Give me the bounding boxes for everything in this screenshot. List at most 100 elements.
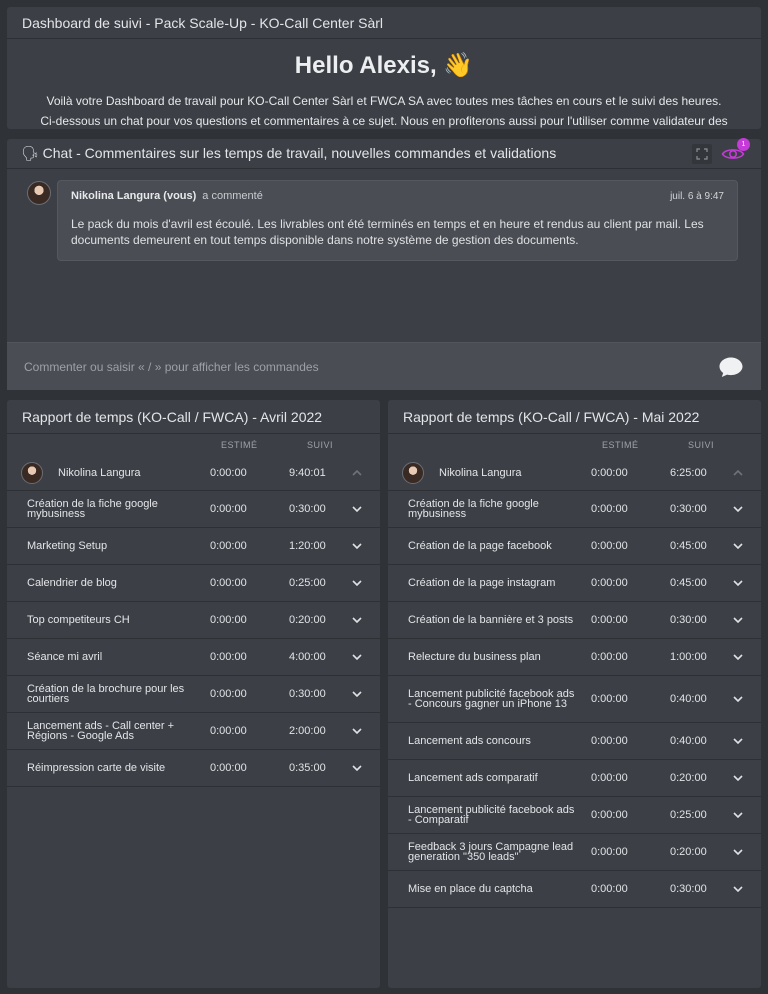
task-name: Création de la fiche google mybusiness (408, 498, 539, 520)
task-row[interactable]: Réimpression carte de visite 0:00:00 0:35:… (7, 750, 380, 787)
tracked-time: 1:00:00 (670, 651, 707, 663)
task-row[interactable]: Création de la fiche google mybusiness 0:… (7, 491, 380, 528)
comment-text: Le pack du mois d'avril est écoulé. Les … (71, 217, 704, 247)
avatar (27, 181, 51, 205)
comment-card: Nikolina Langura (vous) a commenté juil.… (57, 180, 738, 261)
chevron-down-icon[interactable] (733, 871, 743, 907)
tracked-time: 0:35:00 (289, 762, 326, 774)
tracked-time: 0:40:00 (670, 735, 707, 747)
estimated-time: 0:00:00 (591, 883, 628, 895)
task-row[interactable]: Création de la page instagram 0:00:00 0:45… (388, 565, 761, 602)
expand-icon[interactable] (692, 143, 712, 164)
task-name: Calendrier de blog (27, 577, 117, 589)
task-row[interactable]: Relecture du business plan 0:00:00 1:00:00 (388, 639, 761, 676)
chevron-down-icon[interactable] (733, 834, 743, 870)
chevron-down-icon[interactable] (352, 750, 362, 786)
task-row[interactable]: Lancement publicité facebook ads - Conco… (388, 676, 761, 723)
chevron-up-icon[interactable] (733, 456, 743, 490)
tracked-time: 0:30:00 (670, 503, 707, 515)
task-name: Création de la page instagram (408, 577, 556, 589)
estimated-time: 0:00:00 (591, 846, 628, 858)
tracked-time: 0:45:00 (670, 540, 707, 552)
estimated-time: 0:00:00 (210, 467, 247, 479)
task-row[interactable]: Calendrier de blog 0:00:00 0:25:00 (7, 565, 380, 602)
task-name: Création de la fiche google mybusiness (27, 498, 158, 520)
task-name: Création de la bannière et 3 posts (408, 614, 574, 626)
tracked-time: 0:45:00 (670, 577, 707, 589)
chevron-down-icon[interactable] (733, 676, 743, 722)
chat-panel: 🗣 Chat - Commentaires sur les temps de t… (7, 137, 761, 390)
estimated-time: 0:00:00 (591, 503, 628, 515)
task-row[interactable]: Feedback 3 jours Campagne lead generatio… (388, 834, 761, 871)
task-row[interactable]: Marketing Setup 0:00:00 1:20:00 (7, 528, 380, 565)
comment-action: a commenté (202, 190, 263, 202)
comment-input[interactable]: Commenter ou saisir « / » pour afficher … (7, 342, 761, 390)
chevron-down-icon[interactable] (733, 760, 743, 796)
header-panel: Dashboard de suivi - Pack Scale-Up - KO-… (7, 7, 761, 129)
task-name: Marketing Setup (27, 540, 108, 552)
task-row[interactable]: Lancement ads comparatif 0:00:00 0:20:00 (388, 760, 761, 797)
chat-title: 🗣 Chat - Commentaires sur les temps de t… (21, 145, 557, 161)
tracked-time: 0:30:00 (670, 883, 707, 895)
estimated-time: 0:00:00 (591, 577, 628, 589)
task-name: Création de la page facebook (408, 540, 552, 552)
tracked-time: 0:20:00 (670, 846, 707, 858)
comment-input-placeholder: Commenter ou saisir « / » pour afficher … (24, 359, 319, 374)
task-name: Lancement publicité facebook ads - Compa… (408, 804, 575, 826)
user-row[interactable]: Nikolina Langura 0:00:00 9:40:01 (7, 456, 380, 491)
task-name: Réimpression carte de visite (27, 762, 166, 774)
tracked-time: 0:25:00 (289, 577, 326, 589)
chevron-down-icon[interactable] (352, 528, 362, 564)
chevron-down-icon[interactable] (733, 602, 743, 638)
task-row[interactable]: Mise en place du captcha 0:00:00 0:30:00 (388, 871, 761, 908)
chevron-down-icon[interactable] (352, 565, 362, 601)
task-row[interactable]: Création de la bannière et 3 posts 0:00:0… (388, 602, 761, 639)
chevron-down-icon[interactable] (352, 639, 362, 675)
task-row[interactable]: Lancement publicité facebook ads - Compa… (388, 797, 761, 834)
chevron-down-icon[interactable] (733, 491, 743, 527)
user-row[interactable]: Nikolina Langura 0:00:00 6:25:00 (388, 456, 761, 491)
chevron-down-icon[interactable] (733, 565, 743, 601)
intro-text: Voilà votre Dashboard de travail pour KO… (7, 91, 761, 131)
avatar (402, 462, 424, 484)
report-panel-avril: Rapport de temps (KO-Call / FWCA) - Avri… (7, 400, 380, 988)
chevron-down-icon[interactable] (352, 713, 362, 749)
task-row[interactable]: Création de la page facebook 0:00:00 0:45:… (388, 528, 761, 565)
tracked-time: 0:30:00 (289, 688, 326, 700)
chat-bubble-icon[interactable] (718, 356, 744, 378)
task-name: Séance mi avril (27, 651, 103, 663)
watchers-button[interactable]: 1 (720, 137, 750, 164)
task-name: Relecture du business plan (408, 651, 541, 663)
task-row[interactable]: Lancement ads concours 0:00:00 0:40:00 (388, 723, 761, 760)
chevron-down-icon[interactable] (352, 602, 362, 638)
chevron-down-icon[interactable] (733, 797, 743, 833)
tracked-time: 4:00:00 (289, 651, 326, 663)
estimated-time: 0:00:00 (210, 614, 247, 626)
task-name: Lancement ads - Call center + Régions - … (27, 720, 175, 742)
task-row[interactable]: Création de la brochure pour les courtie… (7, 676, 380, 713)
chevron-down-icon[interactable] (352, 676, 362, 712)
report-title: Rapport de temps (KO-Call / FWCA) - Mai … (388, 400, 761, 434)
estimated-time: 0:00:00 (210, 762, 247, 774)
estimated-time: 0:00:00 (591, 772, 628, 784)
chevron-down-icon[interactable] (733, 639, 743, 675)
report-panel-mai: Rapport de temps (KO-Call / FWCA) - Mai … (388, 400, 761, 988)
tracked-time: 2:00:00 (289, 725, 326, 737)
task-row[interactable]: Lancement ads - Call center + Régions - … (7, 713, 380, 750)
tracked-time: 0:30:00 (289, 503, 326, 515)
task-row[interactable]: Séance mi avril 0:00:00 4:00:00 (7, 639, 380, 676)
column-headers: ESTIMÉ SUIVI (388, 438, 761, 456)
chevron-down-icon[interactable] (733, 723, 743, 759)
column-headers: ESTIMÉ SUIVI (7, 438, 380, 456)
chevron-down-icon[interactable] (733, 528, 743, 564)
comment-date: juil. 6 à 9:47 (670, 190, 724, 202)
task-name: Lancement ads concours (408, 735, 531, 747)
chevron-up-icon[interactable] (352, 456, 362, 490)
estimated-time: 0:00:00 (210, 651, 247, 663)
task-row[interactable]: Création de la fiche google mybusiness 0:… (388, 491, 761, 528)
task-row[interactable]: Top competiteurs CH 0:00:00 0:20:00 (7, 602, 380, 639)
greeting: Hello Alexis, 👋 (294, 52, 474, 79)
estimated-time: 0:00:00 (591, 735, 628, 747)
chevron-down-icon[interactable] (352, 491, 362, 527)
comment-author[interactable]: Nikolina Langura (vous) (71, 190, 196, 202)
